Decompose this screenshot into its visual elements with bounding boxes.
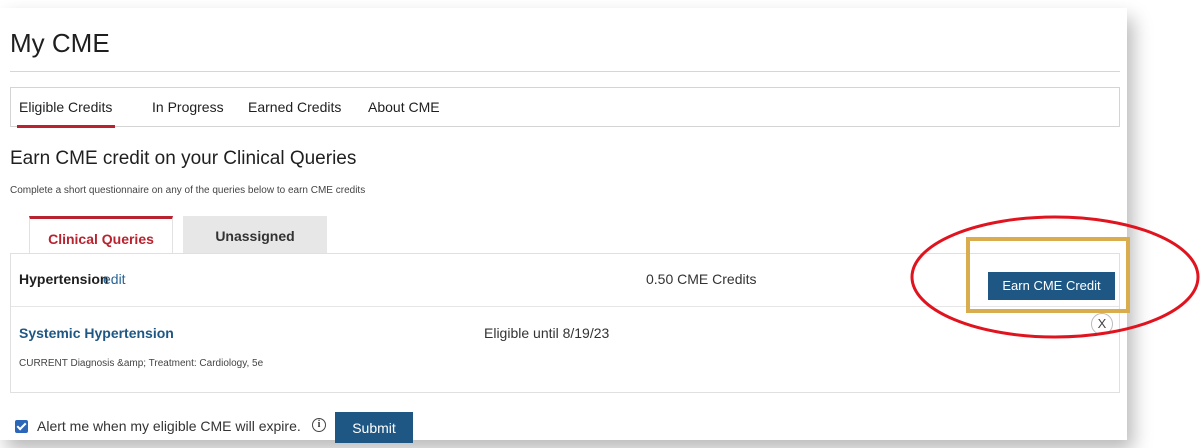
cme-panel: My CME Eligible Credits In Progress Earn… xyxy=(0,8,1127,443)
alert-checkbox[interactable] xyxy=(15,420,28,433)
tab-in-progress[interactable]: In Progress xyxy=(152,88,224,126)
query-name: Hypertension xyxy=(19,271,109,287)
eligible-until: Eligible until 8/19/23 xyxy=(484,325,610,341)
alert-label: Alert me when my eligible CME will expir… xyxy=(37,418,301,434)
section-heading: Earn CME credit on your Clinical Queries xyxy=(10,148,357,169)
title-divider xyxy=(10,71,1120,72)
earn-cme-credit-button[interactable]: Earn CME Credit xyxy=(988,272,1115,300)
query-edit-link[interactable]: edit xyxy=(103,271,126,287)
main-tab-bar: Eligible Credits In Progress Earned Cred… xyxy=(10,87,1120,128)
subtab-clinical-queries[interactable]: Clinical Queries xyxy=(29,216,173,253)
document-link[interactable]: Systemic Hypertension xyxy=(19,325,174,341)
query-header-row: Hypertension edit 0.50 CME Credits Earn … xyxy=(11,254,1119,307)
query-credits: 0.50 CME Credits xyxy=(646,271,757,287)
tab-eligible-credits[interactable]: Eligible Credits xyxy=(16,88,116,128)
subtab-unassigned[interactable]: Unassigned xyxy=(183,216,327,253)
query-card: Hypertension edit 0.50 CME Credits Earn … xyxy=(10,253,1120,393)
document-source: CURRENT Diagnosis &amp; Treatment: Cardi… xyxy=(19,358,264,369)
tab-earned-credits[interactable]: Earned Credits xyxy=(248,88,341,126)
tab-about-cme[interactable]: About CME xyxy=(368,88,440,126)
info-icon[interactable]: i xyxy=(312,418,326,432)
submit-button[interactable]: Submit xyxy=(335,412,413,443)
page-title: My CME xyxy=(10,28,110,58)
remove-item-button[interactable]: X xyxy=(1091,313,1113,335)
section-description: Complete a short questionnaire on any of… xyxy=(10,185,366,196)
